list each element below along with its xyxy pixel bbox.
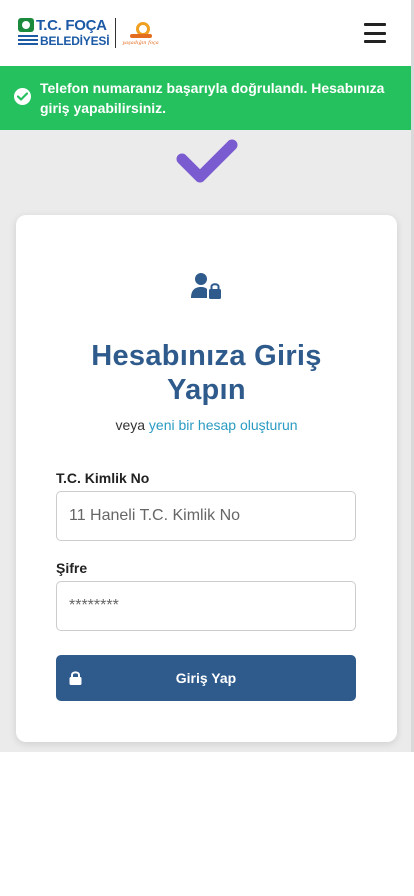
check-circle-icon bbox=[14, 88, 31, 105]
checkmark-icon bbox=[176, 139, 238, 183]
logo-divider bbox=[115, 18, 117, 48]
logo-bottom-row: BELEDİYESİ bbox=[18, 34, 110, 49]
logo-title: T.C. FOÇA bbox=[36, 16, 107, 34]
logo-subtitle: BELEDİYESİ bbox=[40, 34, 110, 48]
success-alert: Telefon numaranız başarıyla doğrulandı. … bbox=[0, 66, 413, 130]
register-link[interactable]: yeni bir hesap oluşturun bbox=[149, 417, 298, 433]
logo-tagline: yaşadığın foça bbox=[122, 39, 159, 46]
login-card: Hesabınıza Giriş Yapın veya yeni bir hes… bbox=[16, 215, 397, 742]
password-label: Şifre bbox=[56, 560, 88, 576]
tc-input[interactable] bbox=[56, 491, 356, 541]
user-lock-icon bbox=[191, 273, 221, 299]
logo-mascot-block: yaşadığın foça bbox=[122, 21, 159, 46]
login-button[interactable]: Giriş Yap bbox=[56, 655, 356, 701]
logo-text-block: T.C. FOÇA BELEDİYESİ bbox=[18, 18, 110, 49]
waves-icon bbox=[18, 35, 38, 47]
logo-emblem-icon bbox=[18, 18, 34, 32]
register-prefix: veya bbox=[115, 417, 146, 433]
page-title: Hesabınıza Giriş Yapın bbox=[16, 339, 397, 407]
login-button-label: Giriş Yap bbox=[175, 670, 237, 686]
title-line-2: Yapın bbox=[167, 374, 246, 406]
alert-message: Telefon numaranız başarıyla doğrulandı. … bbox=[40, 80, 385, 116]
title-line-1: Hesabınıza Giriş bbox=[91, 340, 322, 372]
password-input[interactable] bbox=[56, 581, 356, 631]
tc-label: T.C. Kimlik No bbox=[56, 470, 150, 486]
snail-icon bbox=[129, 21, 152, 39]
top-header: T.C. FOÇA BELEDİYESİ yaşadığın foça bbox=[0, 0, 414, 66]
page: T.C. FOÇA BELEDİYESİ yaşadığın foça Tele… bbox=[0, 0, 414, 896]
register-prompt: veya yeni bir hesap oluşturun bbox=[16, 417, 397, 433]
lock-icon bbox=[69, 671, 82, 685]
logo-top-row: T.C. FOÇA bbox=[18, 18, 107, 33]
hamburger-menu-icon[interactable] bbox=[364, 23, 386, 43]
municipality-logo[interactable]: T.C. FOÇA BELEDİYESİ yaşadığın foça bbox=[18, 18, 159, 49]
